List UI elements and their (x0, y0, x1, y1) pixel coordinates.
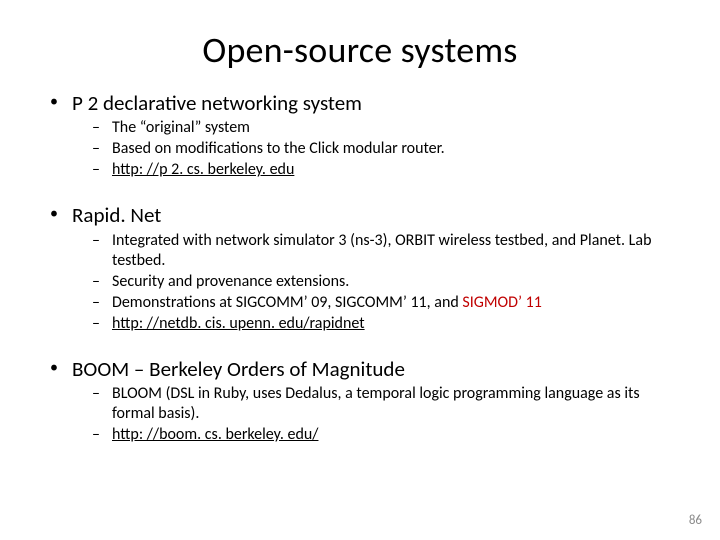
sub-item: Security and provenance extensions. (92, 272, 680, 292)
section-item: BOOM – Berkeley Orders of MagnitudeBLOOM… (46, 356, 680, 445)
text: Demonstrations at SIGCOMM’ 09, SIGCOMM’ … (112, 293, 462, 312)
sub-item: The “original” system (92, 118, 680, 138)
sub-item: Based on modifications to the Click modu… (92, 139, 680, 159)
text: Integrated with network simulator 3 (ns-… (112, 231, 651, 270)
slide-title: Open-source systems (40, 28, 680, 72)
link-text[interactable]: http: //netdb. cis. upenn. edu/rapidnet (112, 314, 365, 333)
sub-list: The “original” system Based on modificati… (92, 118, 680, 180)
sub-item: Demonstrations at SIGCOMM’ 09, SIGCOMM’ … (92, 293, 680, 313)
page-number: 86 (689, 513, 702, 528)
sub-item: http: //netdb. cis. upenn. edu/rapidnet (92, 314, 680, 334)
text: BLOOM (DSL in Ruby, uses Dedalus, a temp… (112, 384, 640, 423)
sub-item: BLOOM (DSL in Ruby, uses Dedalus, a temp… (92, 384, 680, 424)
sub-item: http: //boom. cs. berkeley. edu/ (92, 425, 680, 445)
highlight-text: SIGMOD’ 11 (462, 293, 541, 312)
text: Security and provenance extensions. (112, 272, 349, 291)
section-item: Rapid. Net Integrated with network simula… (46, 202, 680, 333)
section-heading: Rapid. Net (72, 202, 161, 228)
link-text[interactable]: http: //p 2. cs. berkeley. edu (112, 160, 294, 179)
section-heading: BOOM – Berkeley Orders of Magnitude (72, 356, 405, 382)
section-heading: P 2 declarative networking system (72, 90, 362, 116)
sub-item: http: //p 2. cs. berkeley. edu (92, 160, 680, 180)
sub-list: BLOOM (DSL in Ruby, uses Dedalus, a temp… (92, 384, 680, 445)
link-text[interactable]: http: //boom. cs. berkeley. edu/ (112, 425, 318, 444)
sub-list: Integrated with network simulator 3 (ns-… (92, 231, 680, 334)
section-item: P 2 declarative networking systemThe “or… (46, 90, 680, 180)
text: The “original” system (112, 118, 250, 137)
slide: Open-source systems P 2 declarative netw… (0, 0, 720, 540)
bullet-list: P 2 declarative networking systemThe “or… (46, 90, 680, 445)
sub-item: Integrated with network simulator 3 (ns-… (92, 231, 680, 271)
text: Based on modifications to the Click modu… (112, 139, 445, 158)
